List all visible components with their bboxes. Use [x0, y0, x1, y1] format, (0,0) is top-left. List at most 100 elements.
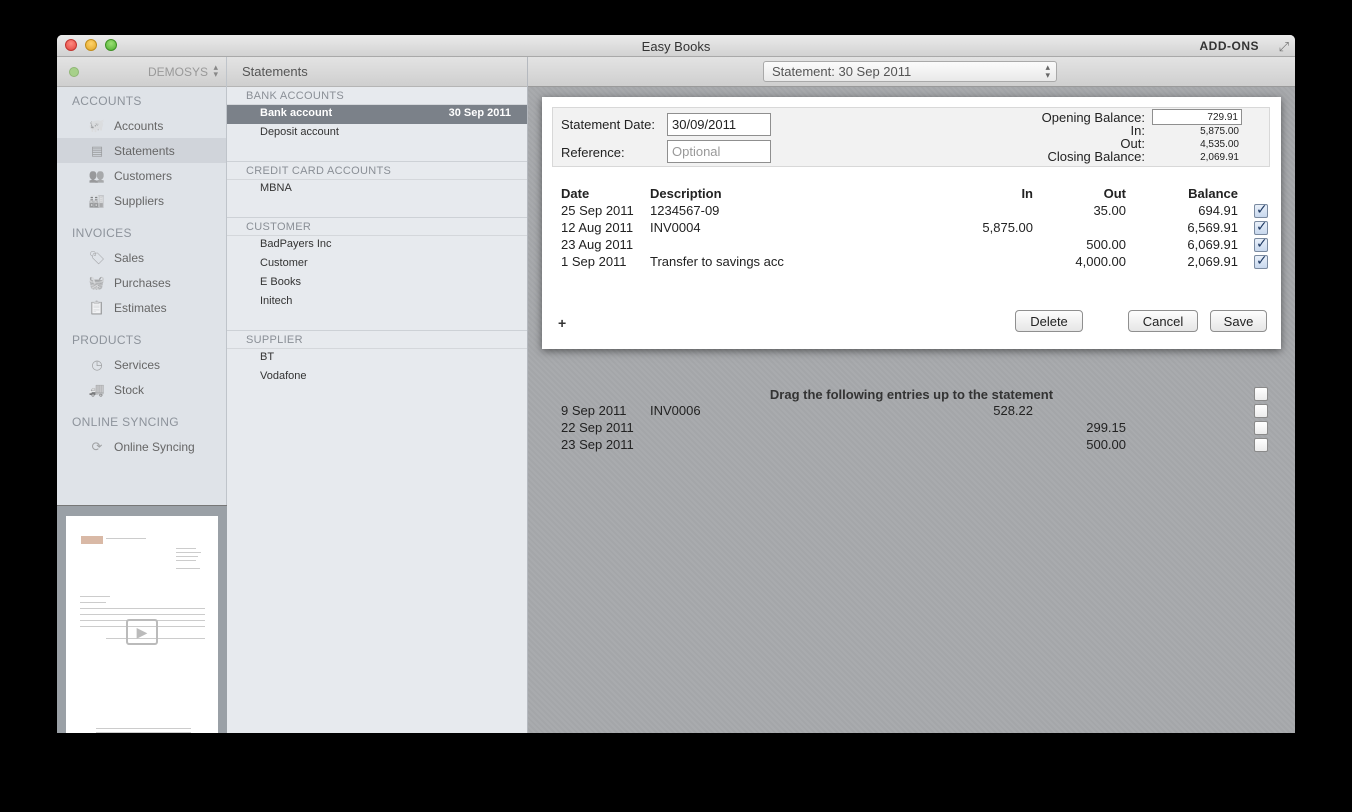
tag-icon: 🏷	[88, 249, 106, 265]
basket-icon: 🧺	[88, 274, 106, 290]
statement-select[interactable]: Statement: 30 Sep 2011 ▴ ▾	[763, 61, 1057, 82]
list-item[interactable]: Vodafone	[227, 368, 527, 387]
closing-balance-value: 2,069.91	[1200, 152, 1239, 163]
clock-icon: ◷	[91, 356, 103, 372]
sidebar-item-label: Online Syncing	[114, 439, 195, 454]
list-item[interactable]: Customer	[227, 255, 527, 274]
add-entry-button[interactable]: +	[558, 315, 566, 331]
sidebar-item-label: Estimates	[114, 300, 167, 315]
pending-date[interactable]: 9 Sep 2011	[561, 403, 627, 418]
list-item[interactable]: Deposit account	[227, 124, 527, 143]
suppliers-icon: 🏭	[88, 192, 106, 208]
row-description: INV0004	[650, 220, 701, 235]
sidebar-item-accounts[interactable]: 🐖 Accounts	[57, 113, 226, 138]
reconcile-checkbox[interactable]	[1254, 252, 1268, 269]
statement-date-label: Statement Date:	[561, 117, 655, 132]
reconcile-checkbox[interactable]	[1254, 218, 1268, 235]
list-item[interactable]: BT	[227, 349, 527, 368]
select-all-pending-checkbox[interactable]	[1254, 387, 1268, 401]
pending-checkbox[interactable]	[1254, 438, 1268, 452]
pending-description[interactable]: INV0006	[650, 403, 701, 418]
list-item-label: Customer	[260, 257, 308, 269]
stepper-icon: ▴ ▾	[1045, 62, 1050, 80]
row-date: 12 Aug 2011	[561, 220, 634, 235]
sidebar-item-purchases[interactable]: 🧺 Purchases	[57, 270, 226, 295]
delete-button[interactable]: Delete	[1015, 310, 1083, 332]
row-balance: 694.91	[1198, 203, 1238, 218]
sidebar-section-title: ONLINE SYNCING	[72, 415, 179, 429]
sidebar-item-stock[interactable]: 🚚 Stock	[57, 377, 226, 402]
save-button[interactable]: Save	[1210, 310, 1267, 332]
sidebar-item-customers[interactable]: 👥 Customers	[57, 163, 226, 188]
sidebar-item-label: Sales	[114, 250, 145, 265]
list-item[interactable]: BadPayers Inc	[227, 236, 527, 255]
row-out: 35.00	[1093, 203, 1126, 218]
title-bar: Easy Books ADD-ONS ⤢	[57, 35, 1295, 57]
in-total: 5,875.00	[1200, 126, 1239, 137]
fullscreen-icon[interactable]: ⤢	[1279, 39, 1289, 55]
column-header-balance[interactable]: Balance	[1162, 186, 1238, 201]
sidebar-section-title: ACCOUNTS	[72, 94, 142, 108]
list-section-title: BANK ACCOUNTS	[227, 87, 527, 105]
sidebar-item-label: Purchases	[114, 275, 171, 290]
statement-select-value: Statement: 30 Sep 2011	[772, 64, 912, 79]
statement-icon: ▤	[90, 142, 104, 158]
cancel-button[interactable]: Cancel	[1128, 310, 1198, 332]
sidebar-item-sales[interactable]: 🏷 Sales	[57, 245, 226, 270]
statement-date-field[interactable]: 30/09/2011	[667, 113, 771, 136]
reconcile-checkbox[interactable]	[1254, 201, 1268, 218]
company-selector[interactable]: DEMOSYS ▴ ▾	[57, 57, 226, 87]
pending-out[interactable]: 299.15	[1036, 420, 1126, 435]
reference-label: Reference:	[561, 145, 625, 160]
app-window: Easy Books ADD-ONS ⤢ DEMOSYS ▴ ▾ ACCOUNTS…	[57, 35, 1295, 733]
pending-in[interactable]: 528.22	[942, 403, 1033, 418]
pending-out[interactable]: 500.00	[1036, 437, 1126, 452]
pending-checkbox[interactable]	[1254, 421, 1268, 435]
list-pane-title: Statements	[227, 57, 527, 87]
list-section-title: SUPPLIER	[227, 331, 527, 349]
sidebar-item-label: Services	[114, 357, 161, 372]
row-balance: 6,069.91	[1187, 237, 1238, 252]
preview-page: ▶	[66, 516, 218, 733]
row-date: 25 Sep 2011	[561, 203, 634, 218]
column-header-in[interactable]: In	[972, 186, 1033, 201]
list-item[interactable]: Bank account 30 Sep 2011	[227, 105, 527, 124]
company-name: DEMOSYS	[147, 65, 208, 79]
piggy-bank-icon: 🐖	[88, 117, 106, 133]
pending-date[interactable]: 22 Sep 2011	[561, 420, 634, 435]
pending-checkbox[interactable]	[1254, 404, 1268, 418]
main-header: Statement: 30 Sep 2011 ▴ ▾	[528, 57, 1295, 87]
list-item-label: MBNA	[260, 182, 292, 194]
pending-date[interactable]: 23 Sep 2011	[561, 437, 634, 452]
addons-button[interactable]: ADD-ONS	[1200, 39, 1260, 53]
clipboard-icon: 📋	[88, 299, 106, 315]
status-dot-icon	[69, 67, 79, 77]
opening-balance-field[interactable]: 729.91	[1152, 109, 1242, 125]
column-header-out[interactable]: Out	[1062, 186, 1126, 201]
list-item[interactable]: E Books	[227, 274, 527, 293]
sidebar-item-online-syncing[interactable]: ⟳ Online Syncing	[57, 434, 226, 459]
statements-list-pane: Statements BANK ACCOUNTS Bank account 30 S…	[227, 57, 528, 733]
column-header-date[interactable]: Date	[561, 186, 589, 201]
statement-preview[interactable]: ▶	[57, 505, 227, 733]
out-total: 4,535.00	[1200, 139, 1239, 150]
row-date: 1 Sep 2011	[561, 254, 627, 269]
column-header-description[interactable]: Description	[650, 186, 722, 201]
sidebar-item-suppliers[interactable]: 🏭 Suppliers	[57, 188, 226, 213]
customers-icon: 👥	[88, 167, 106, 183]
sidebar-item-label: Customers	[114, 168, 173, 183]
list-item[interactable]: Initech	[227, 293, 527, 312]
closing-balance-label: Closing Balance:	[1047, 149, 1145, 164]
list-item[interactable]: MBNA	[227, 180, 527, 199]
pending-entries-title: Drag the following entries up to the sta…	[769, 387, 1054, 402]
play-icon[interactable]: ▶	[126, 619, 158, 645]
sidebar-item-estimates[interactable]: 📋 Estimates	[57, 295, 226, 320]
sidebar-item-statements[interactable]: ▤ Statements	[57, 138, 226, 163]
reconcile-checkbox[interactable]	[1254, 235, 1268, 252]
sidebar-item-services[interactable]: ◷ Services	[57, 352, 226, 377]
row-date: 23 Aug 2011	[561, 237, 634, 252]
main-area: Statement: 30 Sep 2011 ▴ ▾ Statement Date…	[528, 57, 1295, 733]
reference-field[interactable]: Optional	[667, 140, 771, 163]
